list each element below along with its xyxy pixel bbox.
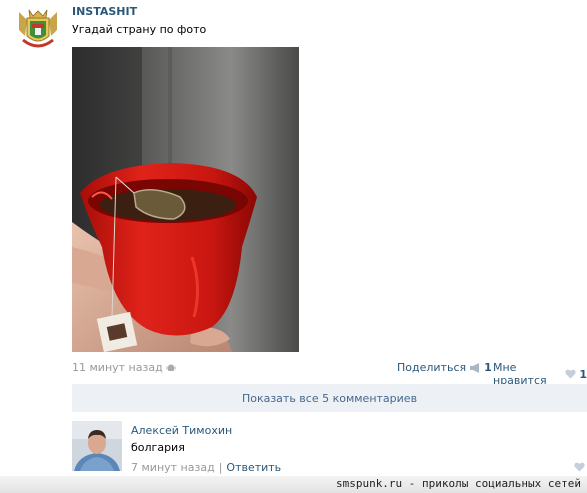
comment-separator: | (218, 461, 223, 474)
like-count: 1 (579, 367, 587, 381)
megaphone-icon (469, 362, 481, 373)
post-text: Угадай страну по фото (72, 23, 207, 36)
show-all-comments-button[interactable]: Показать все 5 комментариев (72, 384, 587, 412)
post-time-label: 11 минут назад (72, 361, 163, 374)
comment-time[interactable]: 7 минут назад (131, 461, 215, 474)
post-time[interactable]: 11 минут назад (72, 361, 176, 374)
commenter-photo (72, 421, 122, 471)
pepper-tea-photo (72, 47, 299, 352)
coat-of-arms-icon (15, 6, 61, 52)
heart-icon (574, 462, 585, 472)
reply-button[interactable]: Ответить (226, 461, 281, 474)
post-photo[interactable] (72, 47, 299, 352)
heart-icon (565, 369, 576, 379)
share-count: 1 (484, 361, 492, 374)
comment-like-button[interactable] (574, 462, 585, 475)
android-icon (166, 363, 176, 373)
post-meta: 11 минут назад Поделиться 1 Мне нравится… (72, 361, 587, 387)
commenter-avatar[interactable] (72, 421, 122, 471)
share-label: Поделиться (397, 361, 467, 374)
share-button[interactable]: Поделиться 1 (397, 361, 492, 374)
comment-text: болгария (131, 441, 185, 454)
comment-author[interactable]: Алексей Тимохин (131, 424, 232, 437)
watermark-text: smspunk.ru - приколы социальных сетей (335, 477, 581, 490)
post-author[interactable]: INSTASHIT (72, 5, 137, 18)
watermark-bar: smspunk.ru - приколы социальных сетей (0, 476, 587, 493)
community-avatar[interactable] (15, 6, 61, 52)
comment-meta: 7 минут назад | Ответить (131, 461, 281, 474)
